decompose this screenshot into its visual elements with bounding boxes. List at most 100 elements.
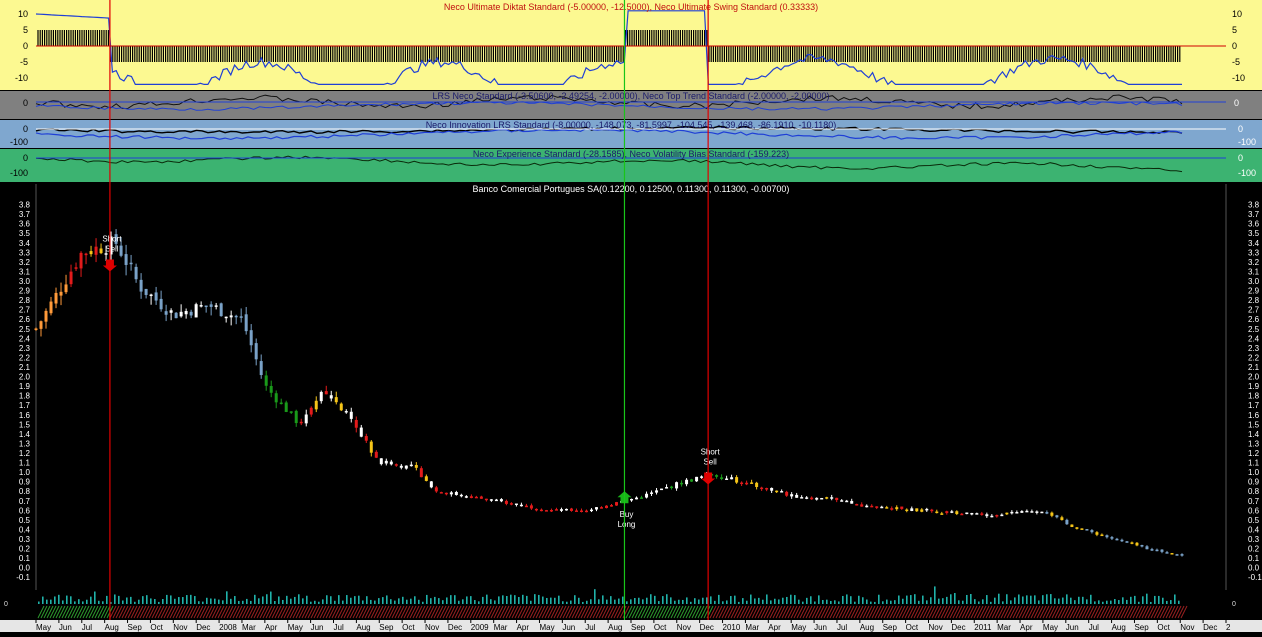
volume-bar — [1146, 593, 1148, 604]
candle-body — [1140, 545, 1144, 547]
volume-bar — [438, 598, 440, 604]
price-tick-label: 3.8 — [1248, 201, 1260, 210]
price-tick-label: 1.2 — [1248, 449, 1260, 458]
candle-body — [229, 315, 233, 318]
volume-bar — [478, 601, 480, 604]
volume-bar — [566, 601, 568, 604]
panel-ultimate-diktat-tick: -5 — [1232, 57, 1240, 67]
volume-bar — [242, 600, 244, 604]
volume-bar — [226, 591, 228, 604]
x-axis-label: Dec — [448, 623, 462, 632]
volume-bar — [474, 600, 476, 604]
price-tick-label: 0.5 — [1248, 516, 1260, 525]
volume-bar — [506, 596, 508, 604]
candle-body — [274, 393, 278, 403]
price-tick-label: 1.0 — [19, 468, 31, 477]
candle-body — [434, 487, 438, 492]
volume-bar — [930, 597, 932, 604]
candle-body — [304, 414, 308, 424]
volume-bar — [1082, 596, 1084, 604]
price-axis-left: 3.83.73.63.53.43.33.23.13.02.92.82.72.62… — [16, 201, 30, 583]
x-axis-label: Jun — [562, 623, 575, 632]
price-tick-label: 0.1 — [1248, 554, 1260, 563]
x-axis: May Jun Jul Aug Sep Oct Nov Dec 2008 Mar Apr May Jun… — [0, 620, 1262, 632]
signal-label: Short — [102, 234, 122, 243]
volume-bar — [138, 599, 140, 604]
price-tick-label: 1.1 — [19, 459, 31, 468]
candle-body — [354, 419, 358, 428]
candle-body — [755, 482, 759, 487]
candle-body — [665, 487, 669, 489]
x-axis-label: Aug — [105, 623, 119, 632]
volume-bar — [486, 594, 488, 604]
candle-body — [194, 304, 198, 318]
panel-ultimate-diktat-tick: 5 — [23, 25, 28, 35]
candle-body — [134, 266, 138, 280]
volume-bar — [134, 601, 136, 604]
candle-body — [775, 490, 779, 493]
volume-bar — [982, 599, 984, 604]
candle-body — [94, 246, 98, 255]
x-axis-label: Jul — [1089, 623, 1099, 632]
candle-body — [69, 271, 73, 285]
candle-body — [289, 411, 293, 413]
volume-bar — [794, 595, 796, 604]
candle-body — [514, 503, 518, 506]
candle-body — [815, 497, 819, 500]
candle-body — [264, 375, 268, 386]
volume-bar — [142, 596, 144, 604]
candle-body — [254, 343, 258, 360]
candle-body — [1030, 511, 1034, 513]
candle-body — [469, 496, 473, 499]
candle-body — [790, 494, 794, 497]
candle-body — [164, 311, 168, 315]
panel-experience-tick-0: 0 — [23, 153, 28, 163]
candle-body — [524, 505, 528, 508]
candle-body — [655, 490, 659, 493]
volume-bar — [274, 601, 276, 604]
candle-body — [995, 515, 999, 517]
candle-body — [139, 279, 143, 292]
volume-bar — [622, 596, 624, 604]
candle-body — [760, 487, 764, 490]
candle-body — [224, 316, 228, 319]
price-tick-label: 0.4 — [1248, 525, 1260, 534]
candle-body — [59, 291, 63, 296]
candle-body — [695, 476, 699, 482]
volume-bar — [166, 594, 168, 604]
candle-body — [1125, 541, 1129, 543]
volume-bar — [150, 598, 152, 604]
candle-body — [1175, 554, 1179, 556]
signal-label: Sell — [105, 244, 119, 253]
panel-ultimate-diktat-tick: 5 — [1232, 25, 1237, 35]
candle-body — [905, 509, 909, 512]
candle-body — [825, 497, 829, 499]
x-axis-label: Oct — [1157, 623, 1170, 632]
x-axis-label: Sep — [128, 623, 143, 632]
x-axis-label: Apr — [768, 623, 781, 632]
volume-bar — [154, 599, 156, 604]
volume-bar — [586, 600, 588, 604]
candle-body — [950, 511, 954, 513]
candle-body — [459, 494, 463, 497]
volume-bar — [918, 600, 920, 604]
candle-body — [184, 311, 188, 315]
price-tick-label: 1.2 — [19, 449, 31, 458]
volume-bar — [374, 600, 376, 604]
volume-bar — [1078, 596, 1080, 604]
candle-body — [770, 487, 774, 491]
volume-bar — [430, 598, 432, 604]
candle-body — [214, 305, 218, 307]
candle-body — [64, 284, 68, 293]
volume-bar — [854, 601, 856, 604]
candle-body — [559, 509, 563, 511]
x-axis-label: Mar — [997, 623, 1011, 632]
price-tick-label: 2.1 — [19, 363, 31, 372]
volume-bar — [1054, 598, 1056, 604]
volume-bar — [390, 599, 392, 604]
volume-bar — [542, 596, 544, 604]
volume-bar — [990, 601, 992, 604]
volume-bar — [610, 596, 612, 604]
candle-body — [569, 508, 573, 511]
volume-bar — [670, 597, 672, 604]
